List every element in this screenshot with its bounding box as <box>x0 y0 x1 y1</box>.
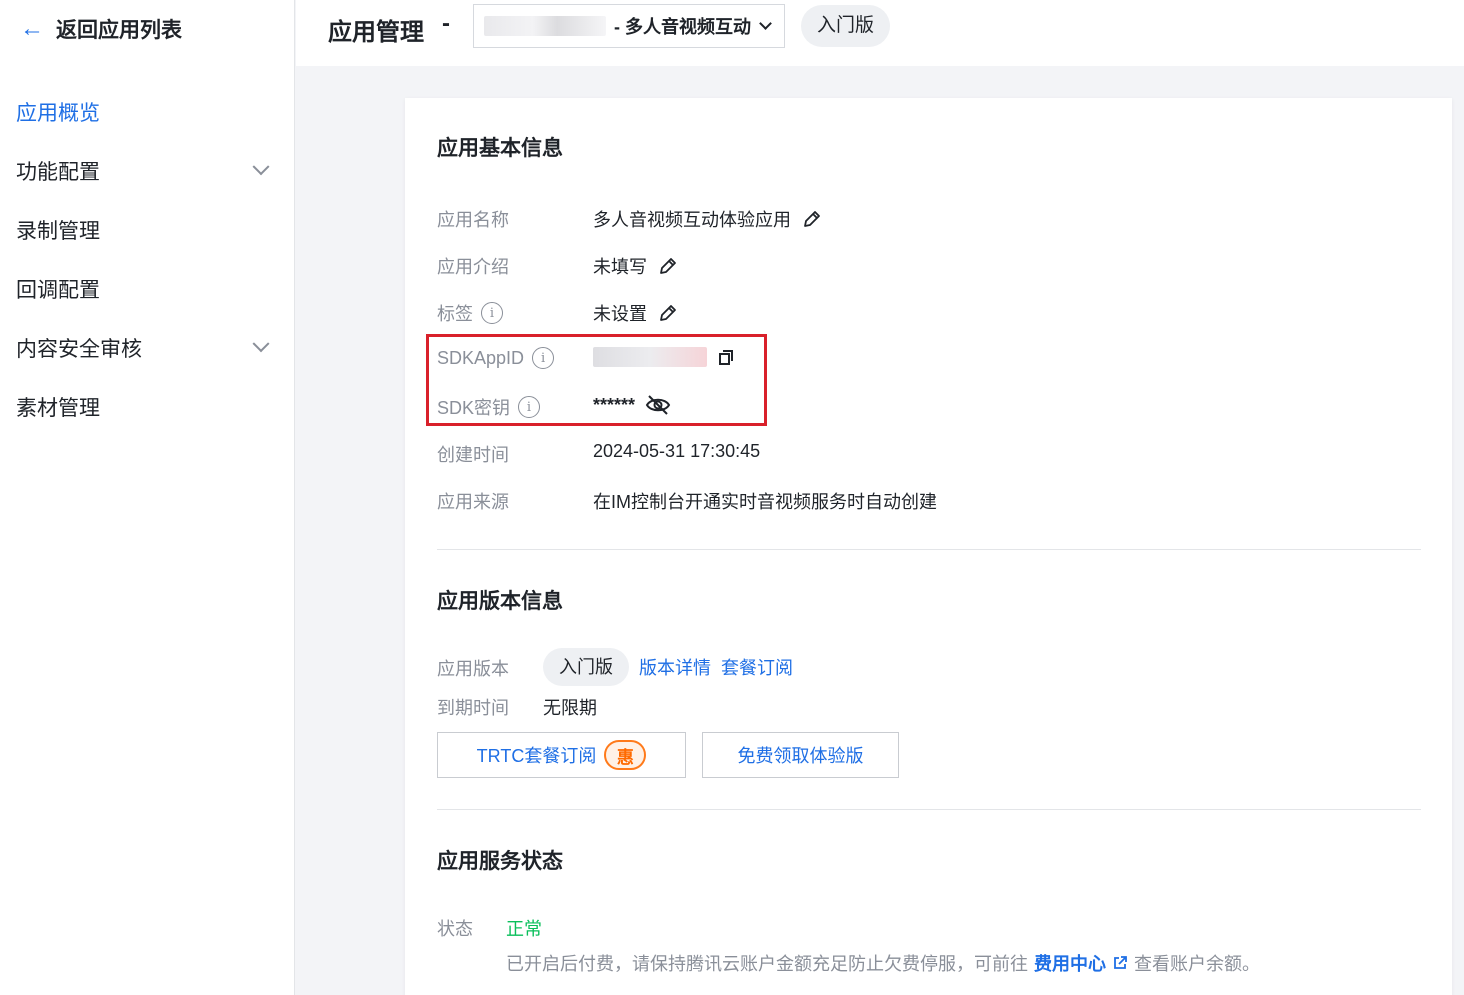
app-name-text: 多人音视频互动体验应用 <box>593 210 791 230</box>
label-text: 到期时间 <box>437 698 509 718</box>
label-text: 标签 <box>437 304 473 324</box>
billing-notice: 已开启后付费，请保持腾讯云账户金额充足防止欠费停服，可前往 费用中心 查看账户余… <box>506 950 1260 976</box>
back-to-app-list-link[interactable]: ← 返回应用列表 <box>20 14 182 44</box>
info-icon[interactable]: i <box>481 302 503 324</box>
version-detail-link[interactable]: 版本详情 <box>639 654 711 680</box>
sdkappid-value <box>593 347 735 367</box>
expire-label: 到期时间 <box>437 694 509 720</box>
label-text: 应用名称 <box>437 210 509 230</box>
app-intro-value: 未填写 <box>593 253 679 279</box>
sidebar-item-label: 素材管理 <box>16 396 100 420</box>
external-link-icon[interactable] <box>1112 955 1128 971</box>
arrow-left-icon: ← <box>20 15 44 42</box>
free-trial-button[interactable]: 免费领取体验版 <box>702 732 899 778</box>
source-value: 在IM控制台开通实时音视频服务时自动创建 <box>593 492 937 512</box>
title-separator: - <box>442 10 450 37</box>
tags-value: 未设置 <box>593 300 679 326</box>
sidebar: ← 返回应用列表 应用概览 功能配置 录制管理 回调配置 内容安全审核 素材管理 <box>0 0 295 995</box>
redacted-app-id <box>484 16 606 36</box>
label-text: 应用来源 <box>437 492 509 512</box>
source-label: 应用来源 <box>437 488 509 514</box>
sdk-key-label: SDK密钥 i <box>437 394 541 420</box>
info-icon[interactable]: i <box>518 396 541 418</box>
service-status-title: 应用服务状态 <box>437 850 563 873</box>
version-info-title: 应用版本信息 <box>437 590 563 613</box>
sidebar-item-overview[interactable]: 应用概览 <box>0 82 295 141</box>
chevron-down-icon <box>252 334 270 352</box>
app-intro-label: 应用介绍 <box>437 253 509 279</box>
edition-badge: 入门版 <box>801 5 891 47</box>
billing-center-link[interactable]: 费用中心 <box>1034 950 1106 976</box>
app-select[interactable]: - 多人音视频互动 <box>473 4 785 48</box>
subscribe-link[interactable]: 套餐订阅 <box>721 654 793 680</box>
label-text: 状态 <box>437 919 473 939</box>
app-overview-card: 应用基本信息 应用名称 多人音视频互动体验应用 应用介绍 未填写 标签 i 未设… <box>405 98 1452 995</box>
app-name-label: 应用名称 <box>437 206 509 232</box>
version-value: 入门版 版本详情 套餐订阅 <box>543 648 793 686</box>
sidebar-item-label: 录制管理 <box>16 219 100 243</box>
trtc-subscribe-button[interactable]: TRTC套餐订阅 惠 <box>437 732 686 778</box>
pencil-icon[interactable] <box>657 302 679 324</box>
sidebar-item-label: 功能配置 <box>16 160 100 184</box>
copy-icon[interactable] <box>717 348 735 366</box>
label-text: 创建时间 <box>437 445 509 465</box>
sidebar-item-label: 应用概览 <box>16 101 100 125</box>
expire-value: 无限期 <box>543 698 597 718</box>
status-label: 状态 <box>437 915 473 941</box>
notice-prefix: 已开启后付费，请保持腾讯云账户金额充足防止欠费停服，可前往 <box>506 954 1028 974</box>
label-text: 应用版本 <box>437 659 509 679</box>
sidebar-item-label: 回调配置 <box>16 278 100 302</box>
discount-badge: 惠 <box>604 740 647 770</box>
label-text: SDK密钥 <box>437 398 511 418</box>
label-text: SDKAppID <box>437 347 525 368</box>
basic-info-title: 应用基本信息 <box>437 137 563 160</box>
status-value: 正常 <box>506 919 542 939</box>
pencil-icon[interactable] <box>801 208 823 230</box>
sdk-key-value: ****** <box>593 394 671 416</box>
pencil-icon[interactable] <box>657 255 679 277</box>
page-title: 应用管理 <box>328 19 424 46</box>
sidebar-item-recording[interactable]: 录制管理 <box>0 200 295 259</box>
info-icon[interactable]: i <box>532 347 555 369</box>
sidebar-item-materials[interactable]: 素材管理 <box>0 377 295 436</box>
tags-label: 标签 i <box>437 300 503 326</box>
sdk-key-masked: ****** <box>593 394 636 415</box>
sidebar-item-callback[interactable]: 回调配置 <box>0 259 295 318</box>
back-label: 返回应用列表 <box>56 19 182 42</box>
divider <box>437 809 1421 810</box>
app-intro-text: 未填写 <box>593 257 647 277</box>
version-badge: 入门版 <box>543 648 629 686</box>
app-name-value: 多人音视频互动体验应用 <box>593 206 823 232</box>
top-bar: 应用管理 - - 多人音视频互动 入门版 <box>296 0 1464 66</box>
chevron-down-icon <box>759 17 772 30</box>
version-label: 应用版本 <box>437 655 509 681</box>
trtc-subscribe-label: TRTC套餐订阅 <box>476 746 597 766</box>
sidebar-nav: 应用概览 功能配置 录制管理 回调配置 内容安全审核 素材管理 <box>0 82 295 436</box>
notice-suffix: 查看账户余额。 <box>1134 954 1260 974</box>
eye-off-icon[interactable] <box>645 394 671 416</box>
sidebar-item-content-moderation[interactable]: 内容安全审核 <box>0 318 295 377</box>
free-trial-label: 免费领取体验版 <box>737 746 864 766</box>
created-at-label: 创建时间 <box>437 441 509 467</box>
tags-text: 未设置 <box>593 304 647 324</box>
sidebar-item-label: 内容安全审核 <box>16 337 142 361</box>
app-select-text: - 多人音视频互动 <box>614 17 751 37</box>
redacted-sdkappid <box>593 347 707 367</box>
sidebar-item-feature-config[interactable]: 功能配置 <box>0 141 295 200</box>
chevron-down-icon <box>252 157 270 175</box>
created-at-value: 2024-05-31 17:30:45 <box>593 441 761 461</box>
sdkappid-label: SDKAppID i <box>437 347 555 369</box>
divider <box>437 549 1421 550</box>
label-text: 应用介绍 <box>437 257 509 277</box>
